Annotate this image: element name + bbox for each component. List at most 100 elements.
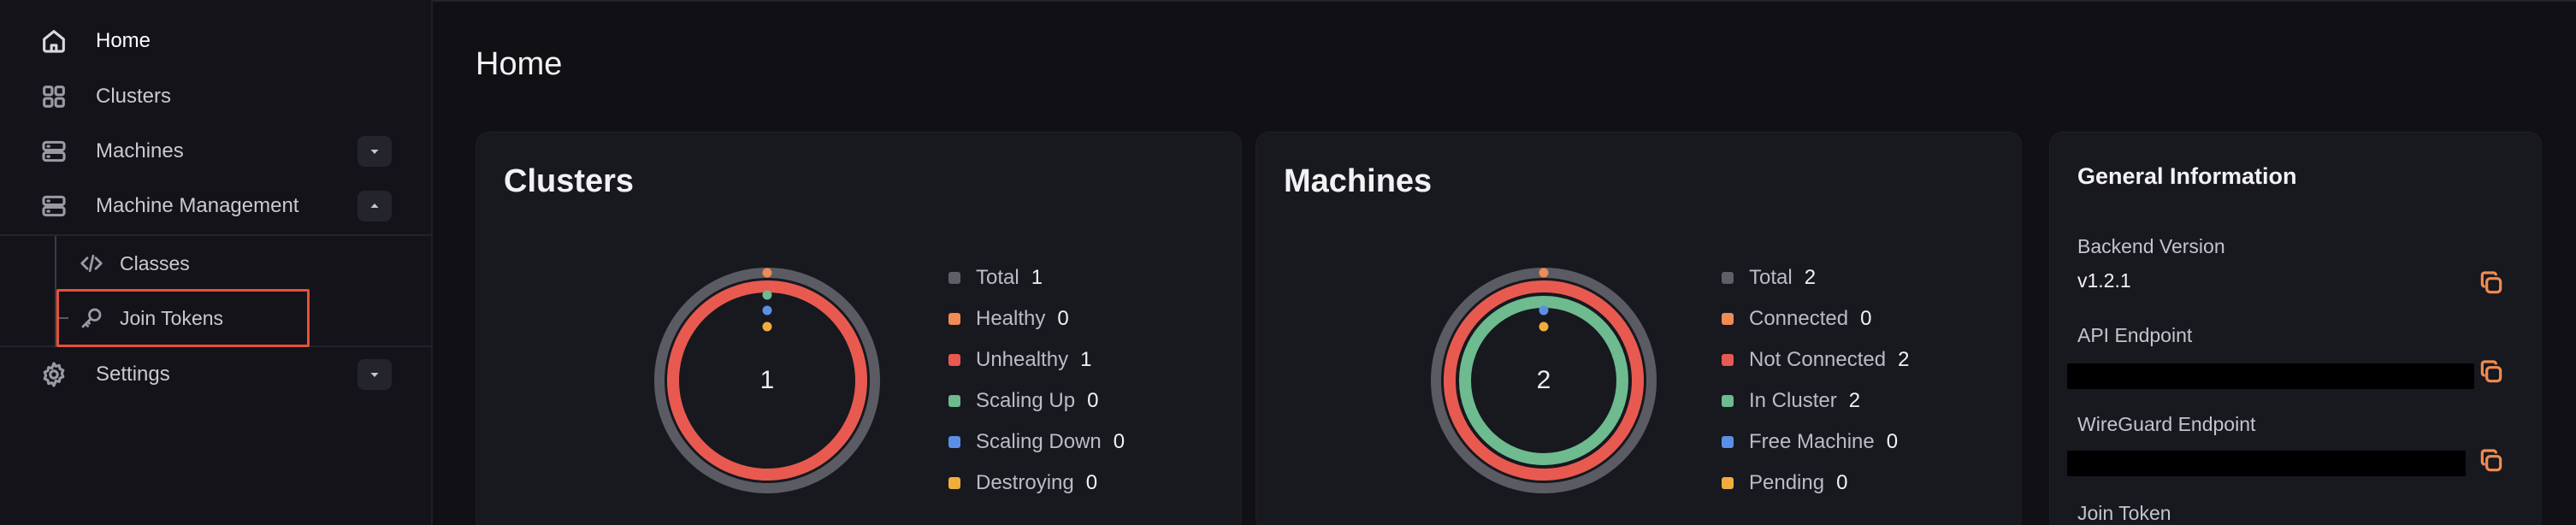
api-endpoint-label: API Endpoint bbox=[2077, 324, 2193, 346]
backend-version-label: Backend Version bbox=[2077, 235, 2225, 257]
wireguard-endpoint-label: WireGuard Endpoint bbox=[2077, 413, 2256, 435]
backend-version-value: v1.2.1 bbox=[2077, 269, 2131, 292]
copy-backend-version-button[interactable] bbox=[2478, 269, 2505, 297]
server-icon bbox=[38, 135, 70, 168]
legend-item: Pending 0 bbox=[1722, 463, 1909, 504]
wireguard-endpoint-redacted-value bbox=[2067, 451, 2466, 476]
legend-value: 0 bbox=[1087, 389, 1099, 412]
legend-item: Healthy 0 bbox=[948, 298, 1125, 339]
legend-swatch bbox=[1722, 313, 1734, 325]
legend-swatch bbox=[1722, 395, 1734, 407]
machines-card: Machines 2 Total 2 Connected 0 Not Connect… bbox=[1256, 132, 2022, 525]
sidebar-item-label: Classes bbox=[120, 251, 190, 274]
card-title: Clusters bbox=[504, 163, 635, 199]
clusters-card: Clusters 1 Total 1 Healthy 0 Unhealthy 1 Sc… bbox=[476, 132, 1242, 525]
page-title: Home bbox=[476, 46, 563, 82]
api-endpoint-redacted-value bbox=[2067, 363, 2474, 389]
sidebar: Home Clusters Machines Machine Managemen… bbox=[0, 0, 433, 525]
sidebar-item-machines[interactable]: Machines bbox=[0, 124, 431, 179]
legend-item: Scaling Down 0 bbox=[948, 422, 1125, 463]
legend-value: 2 bbox=[1848, 389, 1861, 412]
legend-label: Unhealthy bbox=[976, 348, 1069, 371]
legend-value: 0 bbox=[1860, 307, 1872, 330]
expand-machines-button[interactable] bbox=[357, 136, 392, 167]
legend-value: 0 bbox=[1836, 471, 1848, 494]
sidebar-item-home[interactable]: Home bbox=[0, 14, 431, 68]
home-icon bbox=[38, 25, 70, 57]
code-icon bbox=[77, 249, 106, 278]
grid-icon bbox=[38, 80, 70, 113]
legend-value: 0 bbox=[1113, 430, 1126, 453]
copy-icon bbox=[2480, 360, 2502, 383]
legend-value: 0 bbox=[1886, 430, 1899, 453]
sidebar-item-label: Clusters bbox=[96, 85, 172, 108]
legend-label: Pending bbox=[1749, 471, 1825, 494]
copy-icon bbox=[2480, 271, 2502, 294]
legend-item: Free Machine 0 bbox=[1722, 422, 1909, 463]
general-information-card: General Information Backend Version v1.2… bbox=[2049, 132, 2542, 525]
collapse-machine-management-button[interactable] bbox=[357, 191, 392, 221]
legend-item: Scaling Up 0 bbox=[948, 380, 1125, 422]
highlight-annotation-box bbox=[56, 289, 310, 347]
sidebar-item-settings[interactable]: Settings bbox=[0, 347, 431, 402]
clusters-ring-chart: 1 bbox=[647, 261, 887, 500]
chevron-down-icon bbox=[370, 373, 379, 377]
legend-label: Scaling Up bbox=[976, 389, 1076, 412]
gear-icon bbox=[38, 358, 70, 391]
legend-swatch bbox=[1722, 436, 1734, 448]
sidebar-item-clusters[interactable]: Clusters bbox=[0, 69, 431, 124]
legend-item: Unhealthy 1 bbox=[948, 339, 1125, 380]
copy-icon bbox=[2480, 449, 2502, 472]
legend-value: 0 bbox=[1057, 307, 1069, 330]
legend-swatch bbox=[948, 354, 960, 366]
legend-swatch bbox=[948, 395, 960, 407]
join-token-label: Join Token bbox=[2077, 502, 2171, 524]
card-title: General Information bbox=[2077, 163, 2297, 189]
legend-value: 2 bbox=[1804, 266, 1817, 289]
sidebar-item-label: Home bbox=[96, 29, 151, 52]
legend-label: Total bbox=[976, 266, 1019, 289]
server-icon bbox=[38, 190, 70, 222]
legend-item: Total 1 bbox=[948, 257, 1125, 298]
sidebar-item-label: Machine Management bbox=[96, 194, 299, 217]
legend-label: Scaling Down bbox=[976, 430, 1102, 453]
expand-settings-button[interactable] bbox=[357, 359, 392, 390]
legend-swatch bbox=[948, 477, 960, 489]
legend-item: Destroying 0 bbox=[948, 463, 1125, 504]
legend-value: 1 bbox=[1080, 348, 1092, 371]
legend-swatch bbox=[1722, 272, 1734, 284]
card-title: Machines bbox=[1284, 163, 1433, 199]
machines-legend: Total 2 Connected 0 Not Connected 2 In Clus… bbox=[1722, 257, 1909, 504]
copy-wireguard-endpoint-button[interactable] bbox=[2478, 447, 2505, 475]
sidebar-item-machine-management[interactable]: Machine Management bbox=[0, 179, 431, 233]
ring-center-value: 2 bbox=[1536, 366, 1551, 394]
legend-item: In Cluster 2 bbox=[1722, 380, 1909, 422]
legend-swatch bbox=[948, 436, 960, 448]
legend-label: Total bbox=[1749, 266, 1793, 289]
legend-label: Not Connected bbox=[1749, 348, 1887, 371]
legend-label: Healthy bbox=[976, 307, 1046, 330]
ring-center-value: 1 bbox=[759, 366, 775, 394]
chevron-down-icon bbox=[370, 150, 379, 154]
sidebar-item-label: Machines bbox=[96, 139, 184, 162]
legend-value: 2 bbox=[1898, 348, 1910, 371]
clusters-legend: Total 1 Healthy 0 Unhealthy 1 Scaling Up 0 S… bbox=[948, 257, 1125, 504]
legend-swatch bbox=[948, 313, 960, 325]
legend-value: 1 bbox=[1031, 266, 1043, 289]
sidebar-item-label: Settings bbox=[96, 363, 170, 386]
legend-swatch bbox=[948, 272, 960, 284]
legend-swatch bbox=[1722, 477, 1734, 489]
legend-value: 0 bbox=[1085, 471, 1098, 494]
legend-item: Not Connected 2 bbox=[1722, 339, 1909, 380]
chevron-up-icon bbox=[370, 204, 379, 208]
legend-label: Destroying bbox=[976, 471, 1074, 494]
legend-label: Connected bbox=[1749, 307, 1849, 330]
machines-ring-chart: 2 bbox=[1424, 261, 1663, 500]
legend-item: Connected 0 bbox=[1722, 298, 1909, 339]
legend-label: In Cluster bbox=[1749, 389, 1837, 412]
legend-label: Free Machine bbox=[1749, 430, 1875, 453]
copy-api-endpoint-button[interactable] bbox=[2478, 358, 2505, 386]
legend-item: Total 2 bbox=[1722, 257, 1909, 298]
sidebar-item-classes[interactable]: Classes bbox=[0, 236, 431, 291]
legend-swatch bbox=[1722, 354, 1734, 366]
